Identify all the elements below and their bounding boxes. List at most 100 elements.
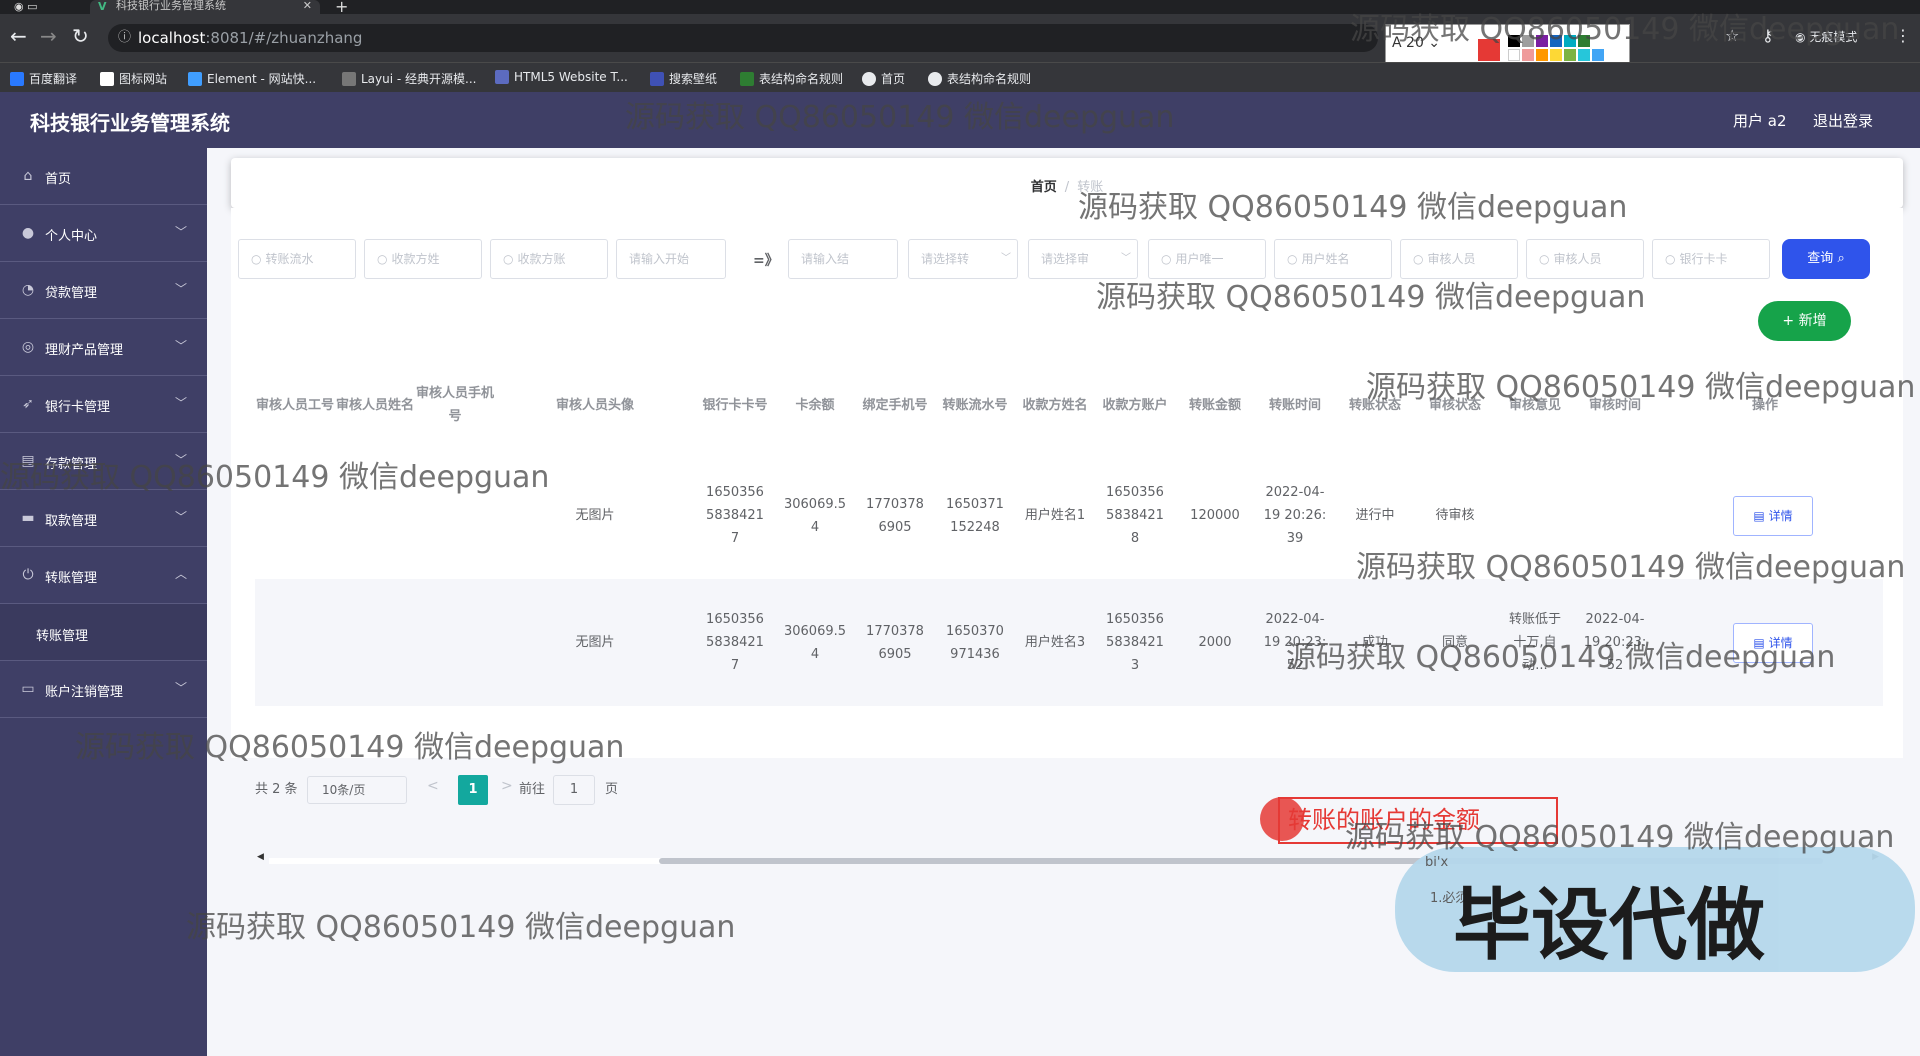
- bookmark-label: 表结构命名规则: [759, 72, 844, 86]
- color-swatch[interactable]: [1550, 49, 1562, 61]
- detail-button[interactable]: ▤ 详情: [1733, 623, 1813, 663]
- color-swatch[interactable]: [1522, 49, 1534, 61]
- chevron-down-icon: ﹀: [1001, 253, 1011, 264]
- cell: 同意: [1441, 635, 1468, 650]
- cell: 2022-04-19 20:23:52: [1263, 612, 1327, 673]
- flag-icon: [100, 72, 114, 86]
- back-icon[interactable]: ←: [10, 24, 27, 48]
- search-button[interactable]: 查询 ⌕: [1782, 239, 1870, 279]
- app-header: 科技银行业务管理系统 用户 a2 退出登录: [0, 92, 1920, 148]
- column-header: 审核状态: [1428, 397, 1481, 413]
- column-header: 审核时间: [1588, 397, 1641, 413]
- user-icon: ●: [21, 225, 35, 241]
- add-button[interactable]: + 新增: [1758, 301, 1851, 341]
- color-swatch[interactable]: [1536, 35, 1548, 47]
- sidebar-item-deposits[interactable]: ▤ 存款管理 ﹀: [0, 433, 207, 490]
- color-swatch[interactable]: [1508, 49, 1520, 61]
- color-swatch[interactable]: [1578, 49, 1590, 61]
- incognito-badge[interactable]: ◉ 无痕模式: [1795, 28, 1857, 45]
- cell: 用户姓名1: [1024, 508, 1086, 523]
- color-swatch[interactable]: [1550, 35, 1562, 47]
- sidebar: ⌂ 首页 ● 个人中心 ﹀ ◔ 贷款管理 ﹀ ◎ 理财产品管理 ﹀ ➶ 银行卡管…: [0, 148, 207, 1056]
- sidebar-item-label: 取款管理: [45, 514, 98, 529]
- power-icon: ⏻: [22, 567, 34, 583]
- next-page-icon[interactable]: >: [501, 778, 513, 794]
- sidebar-item-account-closure[interactable]: ▭ 账户注销管理 ﹀: [0, 661, 207, 718]
- more-icon[interactable]: ⋮: [1895, 26, 1911, 45]
- filter-payee-account-input[interactable]: ○ 收款方账: [490, 239, 608, 279]
- loan-icon: ◔: [21, 282, 35, 298]
- bookmark[interactable]: 百度翻译: [10, 70, 77, 87]
- add-button-label: 新增: [1798, 313, 1827, 329]
- filter-placeholder: 用户姓名: [1301, 252, 1350, 266]
- logout-link[interactable]: 退出登录: [1813, 110, 1873, 131]
- page-jump-input[interactable]: 1: [553, 775, 595, 805]
- filter-serial-input[interactable]: ○ 转账流水: [238, 239, 356, 279]
- page-1[interactable]: 1: [458, 775, 488, 805]
- product-icon: ◎: [21, 339, 35, 355]
- color-swatch[interactable]: [1578, 35, 1590, 47]
- bookmark[interactable]: 搜索壁纸: [650, 70, 717, 87]
- filter-placeholder: 请输入结: [801, 252, 850, 266]
- promo-text: 毕设代做: [1453, 881, 1766, 971]
- sheet-icon: [740, 72, 754, 86]
- browser-tab[interactable]: V 科技银行业务管理系统 ✕: [90, 0, 320, 14]
- filter-reviewer-input[interactable]: ○ 审核人员: [1400, 239, 1518, 279]
- cell: 用户姓名3: [1024, 635, 1086, 650]
- bookmark[interactable]: Layui - 经典开源模...: [342, 70, 476, 87]
- filter-reviewer-2-input[interactable]: ○ 审核人员: [1526, 239, 1644, 279]
- filter-review-status-select[interactable]: 请选择审 ﹀: [1028, 239, 1138, 279]
- bookmark[interactable]: 首页: [862, 70, 905, 87]
- bookmark[interactable]: 图标网站: [100, 70, 167, 87]
- sidebar-item-label: 账户注销管理: [45, 685, 124, 700]
- bookmark[interactable]: HTML5 Website T...: [495, 70, 628, 84]
- draw-size-value: 20: [1406, 35, 1424, 51]
- translate-icon: [10, 72, 24, 86]
- reload-icon[interactable]: ↻: [72, 24, 89, 48]
- color-swatch[interactable]: [1592, 49, 1604, 61]
- sidebar-subitem-transfers[interactable]: 转账管理: [0, 604, 207, 661]
- sidebar-item-transfers[interactable]: ⏻ 转账管理 ︿: [0, 547, 207, 604]
- bookmark[interactable]: 表结构命名规则: [740, 70, 843, 87]
- color-swatch[interactable]: [1564, 35, 1576, 47]
- sidebar-item-profile[interactable]: ● 个人中心 ﹀: [0, 205, 207, 262]
- scroll-left-icon[interactable]: ◀: [257, 852, 264, 862]
- breadcrumb-home[interactable]: 首页: [1031, 180, 1057, 195]
- sidebar-item-loans[interactable]: ◔ 贷款管理 ﹀: [0, 262, 207, 319]
- filter-card-number-input[interactable]: ○ 银行卡卡: [1652, 239, 1770, 279]
- cell: 2022-04-19 20:23:52: [1583, 612, 1647, 673]
- bookmark[interactable]: Element - 网站快...: [188, 70, 316, 87]
- color-swatch-red[interactable]: [1478, 39, 1500, 61]
- column-header: 审核人员姓名: [335, 397, 414, 413]
- star-icon[interactable]: ☆: [1725, 26, 1739, 45]
- filter-amount-end-input[interactable]: 请输入结: [788, 239, 898, 279]
- key-icon[interactable]: ⚷: [1762, 26, 1774, 45]
- window-icons: ◉ ▭: [14, 0, 38, 13]
- bookmark[interactable]: 表结构命名规则: [928, 70, 1031, 87]
- color-swatch[interactable]: [1564, 49, 1576, 61]
- filter-user-id-input[interactable]: ○ 用户唯一: [1148, 239, 1266, 279]
- color-swatch[interactable]: [1536, 49, 1548, 61]
- filter-amount-start-input[interactable]: 请输入开始: [616, 239, 726, 279]
- color-swatch[interactable]: [1508, 35, 1520, 47]
- filter-user-name-input[interactable]: ○ 用户姓名: [1274, 239, 1392, 279]
- color-swatch[interactable]: [1522, 35, 1534, 47]
- filter-transfer-status-select[interactable]: 请选择转 ﹀: [908, 239, 1018, 279]
- filter-payee-name-input[interactable]: ○ 收款方姓: [364, 239, 482, 279]
- search-icon: ○: [251, 252, 262, 266]
- bookmark-label: HTML5 Website T...: [514, 70, 628, 84]
- sidebar-item-withdrawals[interactable]: ▬ 取款管理 ﹀: [0, 490, 207, 547]
- sidebar-item-home[interactable]: ⌂ 首页: [0, 148, 207, 205]
- close-tab-icon[interactable]: ✕: [303, 0, 312, 12]
- chevron-down-icon: ﹀: [174, 510, 187, 524]
- cell: 无图片: [575, 508, 615, 523]
- page-size-select[interactable]: 10条/页: [307, 776, 407, 804]
- sidebar-item-cards[interactable]: ➶ 银行卡管理 ﹀: [0, 376, 207, 433]
- detail-button[interactable]: ▤ 详情: [1733, 496, 1813, 536]
- url-field[interactable]: ⓘ localhost:8081/#/zhuanzhang: [108, 24, 1378, 52]
- prev-page-icon[interactable]: <: [427, 778, 439, 794]
- sidebar-item-label: 理财产品管理: [45, 343, 124, 358]
- annotation-box: 转账的账户的金额: [1278, 797, 1558, 844]
- sidebar-item-products[interactable]: ◎ 理财产品管理 ﹀: [0, 319, 207, 376]
- forward-icon[interactable]: →: [40, 24, 57, 48]
